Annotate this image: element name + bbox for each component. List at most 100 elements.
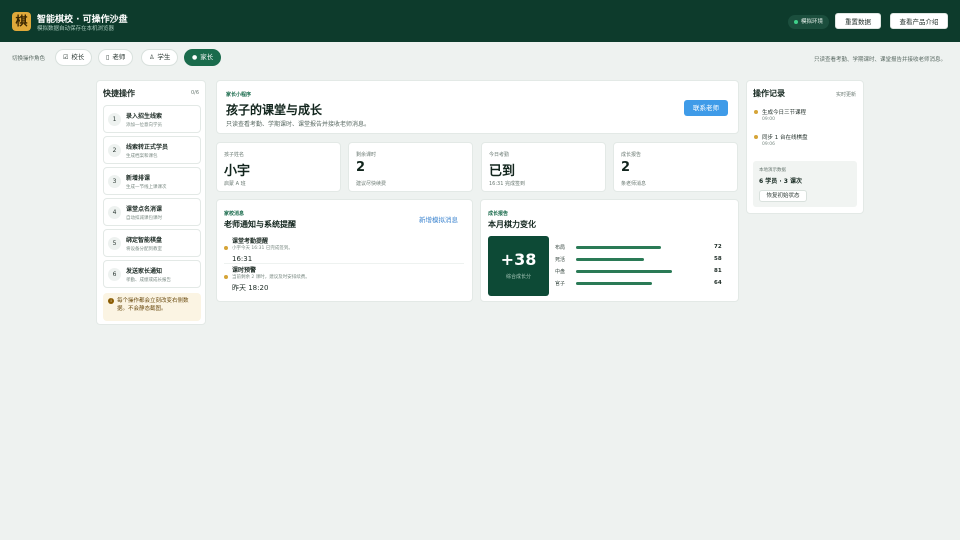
progress-bar <box>576 270 694 273</box>
stat-sub: 建议尽快续费 <box>356 181 387 187</box>
user-icon: ● <box>192 54 198 61</box>
checkbox-icon: ☑ <box>63 54 69 61</box>
bar-value: 81 <box>714 268 722 274</box>
quick-actions-title: 快捷操作 <box>103 89 135 98</box>
step-number: 4 <box>108 206 121 219</box>
log-item-time: 09:00 <box>762 117 775 122</box>
step-title: 新增排课 <box>126 175 151 182</box>
stat-value: 已到 <box>489 164 516 179</box>
notices-title: 老师通知与系统提醒 <box>224 220 296 229</box>
message-dot-icon <box>224 275 228 279</box>
step-add-schedule[interactable]: 3 新增排课 生成一节线上课课次 <box>103 167 201 195</box>
app-logo: 棋 <box>12 12 31 31</box>
step-number: 6 <box>108 268 121 281</box>
step-title: 发送家长通知 <box>126 268 163 275</box>
progress-fill <box>576 258 645 261</box>
local-data-box: 本地演示数据 6 学员 · 3 课次 恢复初始状态 <box>753 161 857 207</box>
page-title: 孩子的课堂与成长 <box>226 103 323 117</box>
step-number: 3 <box>108 175 121 188</box>
book-icon: ▯ <box>106 54 110 61</box>
bar-label: 布局 <box>555 245 566 251</box>
log-dot-icon <box>754 135 758 139</box>
restore-initial-button[interactable]: 恢复初始状态 <box>759 190 807 202</box>
step-number: 2 <box>108 144 121 157</box>
stat-remaining-hours: 剩余课时 2 建议尽快续费 <box>348 142 473 192</box>
stat-value: 2 <box>621 160 631 175</box>
message-time: 昨天 18:20 <box>232 284 269 292</box>
message-desc: 小宇今天 16:31 已完成签到。 <box>232 246 293 251</box>
add-mock-message-button[interactable]: 新增模拟消息 <box>419 214 458 224</box>
growth-score: +38 <box>500 250 537 269</box>
quick-actions-count: 0/6 <box>190 90 199 96</box>
reset-data-button[interactable]: 重置数据 <box>835 13 881 29</box>
step-desc: 添加一位意向学员 <box>126 123 162 128</box>
log-title: 操作记录 <box>753 89 785 98</box>
step-number: 1 <box>108 113 121 126</box>
step-convert-student[interactable]: 2 线索转正式学员 生成档案和课包 <box>103 136 201 164</box>
growth-score-caption: 综合成长分 <box>505 274 531 280</box>
stat-child-name: 孩子姓名 小宇 启蒙 A 班 <box>216 142 341 192</box>
role-switch-label: 切换操作角色 <box>12 56 46 62</box>
role-tab-principal[interactable]: ☑ 校长 <box>55 49 93 66</box>
env-badge: 模拟环境 <box>788 15 830 29</box>
role-tab-label: 家长 <box>200 53 214 61</box>
role-tab-label: 学生 <box>157 53 171 61</box>
step-bind-board[interactable]: 5 绑定智能棋盘 将设备分配到教室 <box>103 229 201 257</box>
local-data-label: 本地演示数据 <box>759 168 786 173</box>
log-live-label: 实时更新 <box>835 92 856 98</box>
message-title: 课堂考勤提醒 <box>232 238 269 245</box>
status-dot-icon <box>794 20 798 24</box>
bar-value: 58 <box>714 256 722 262</box>
product-intro-button[interactable]: 查看产品介绍 <box>890 13 948 29</box>
stat-value: 2 <box>356 160 366 175</box>
growth-title: 本月棋力变化 <box>488 220 536 229</box>
divider <box>224 263 464 264</box>
role-tab-label: 校长 <box>71 53 85 61</box>
info-icon: i <box>108 298 114 304</box>
stat-sub: 启蒙 A 班 <box>224 181 246 187</box>
growth-tag: 成长报告 <box>488 211 509 217</box>
notices-card: 家校消息 老师通知与系统提醒 新增模拟消息 课堂考勤提醒 小宇今天 16:31 … <box>216 199 473 302</box>
user-icon: ♙ <box>149 54 155 61</box>
step-record-lead[interactable]: 1 录入招生线索 添加一位意向学员 <box>103 105 201 133</box>
stat-sub: 16:31 完成签到 <box>489 181 525 187</box>
info-tip: i 每个操作都会立刻改变右侧数据。不会静态截图。 <box>103 293 201 321</box>
step-number: 5 <box>108 237 121 250</box>
bar-label: 官子 <box>555 281 566 287</box>
stat-growth-report: 成长报告 2 条老师消息 <box>613 142 738 192</box>
role-tab-label: 老师 <box>112 53 126 61</box>
quick-actions-panel: 快捷操作 0/6 1 录入招生线索 添加一位意向学员 2 线索转正式学员 生成档… <box>96 80 206 325</box>
role-tab-student[interactable]: ♙ 学生 <box>141 49 179 66</box>
growth-score-box: +38 综合成长分 <box>488 236 549 296</box>
message-dot-icon <box>224 246 228 250</box>
progress-bar <box>576 246 694 249</box>
progress-fill <box>576 282 652 285</box>
stat-label: 孩子姓名 <box>224 152 245 158</box>
hero-tag: 家长小程序 <box>226 92 252 98</box>
bar-value: 72 <box>714 244 722 250</box>
step-roll-call[interactable]: 4 课堂点名消课 自动扣减课包课时 <box>103 198 201 226</box>
stat-attendance: 今日考勤 已到 16:31 完成签到 <box>481 142 606 192</box>
role-hint: 只读查看考勤、学期课时、课堂报告并接收老师消息。 <box>813 57 946 63</box>
stat-sub: 条老师消息 <box>621 181 647 187</box>
step-desc: 孝勤、成绩或成长报告 <box>126 278 171 283</box>
role-tab-parent[interactable]: ● 家长 <box>184 49 222 66</box>
contact-teacher-button[interactable]: 联系老师 <box>684 100 728 116</box>
role-tab-teacher[interactable]: ▯ 老师 <box>98 49 134 66</box>
env-badge-label: 模拟环境 <box>801 19 824 25</box>
log-item-text: 同步 1 台在线棋盘 <box>762 135 808 141</box>
log-item-text: 生成今日三节课程 <box>762 110 807 116</box>
notices-tag: 家校消息 <box>224 211 245 217</box>
stat-label: 成长报告 <box>621 152 642 158</box>
local-data-value: 6 学员 · 3 课次 <box>759 178 802 185</box>
message-title: 课时预警 <box>232 267 257 274</box>
progress-bar <box>576 282 694 285</box>
operation-log-panel: 操作记录 实时更新 生成今日三节课程 09:00 同步 1 台在线棋盘 09:0… <box>746 80 864 214</box>
hero-card: 家长小程序 孩子的课堂与成长 只读查看考勤、学期课时、课堂报告并接收老师消息。 … <box>216 80 739 134</box>
message-time: 16:31 <box>232 255 253 263</box>
step-title: 线索转正式学员 <box>126 144 169 151</box>
step-notify-parent[interactable]: 6 发送家长通知 孝勤、成绩或成长报告 <box>103 260 201 288</box>
step-title: 绑定智能棋盘 <box>126 237 163 244</box>
growth-card: 成长报告 本月棋力变化 +38 综合成长分 布局 72 死活 58 中盘 81 … <box>480 199 739 302</box>
step-desc: 生成一节线上课课次 <box>126 185 167 190</box>
